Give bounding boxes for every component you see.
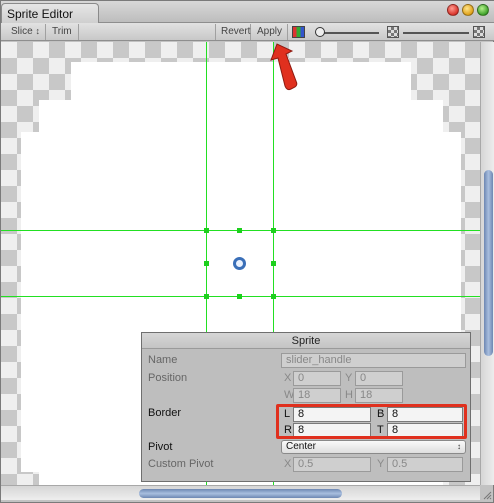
panel-title: Sprite: [142, 333, 470, 349]
rect-handle-top[interactable]: [237, 228, 242, 233]
slice-button[interactable]: Slice ↕: [6, 24, 46, 40]
vertical-scrollbar[interactable]: [480, 42, 494, 485]
tab-sprite-editor[interactable]: Sprite Editor: [1, 3, 99, 23]
apply-button[interactable]: Apply: [252, 24, 288, 40]
custom-pivot-y-field[interactable]: 0.5: [387, 457, 463, 472]
custom-pivot-x-label: X: [284, 458, 292, 470]
pivot-label: Pivot: [148, 441, 173, 453]
annotation-arrow-icon: [270, 43, 298, 91]
slice-label: Slice: [11, 26, 33, 37]
zoom-window-icon[interactable]: [477, 4, 489, 16]
trim-button[interactable]: Trim: [47, 24, 79, 40]
pivot-handle-icon[interactable]: [233, 257, 246, 270]
zoom-slider-knob[interactable]: [315, 27, 325, 37]
rect-handle-bottom-right[interactable]: [271, 294, 276, 299]
mip-level-slider[interactable]: [403, 32, 469, 34]
rect-handle-top-left[interactable]: [204, 228, 209, 233]
tab-bar: Sprite Editor: [1, 1, 494, 23]
sprite-inspector-panel: Sprite Name slider_handle Position X 0 Y…: [141, 332, 471, 482]
position-x-field[interactable]: 0: [293, 371, 341, 386]
pivot-select[interactable]: Center ↕: [281, 440, 466, 454]
rgb-channel-icon[interactable]: [292, 26, 305, 38]
rect-handle-bottom[interactable]: [237, 294, 242, 299]
horizontal-scroll-thumb[interactable]: [139, 489, 342, 498]
rect-handle-left[interactable]: [204, 261, 209, 266]
close-window-icon[interactable]: [447, 4, 459, 16]
select-arrows-icon: ↕: [457, 442, 461, 451]
checker-mip-icon[interactable]: [473, 26, 485, 38]
custom-pivot-x-field[interactable]: 0.5: [293, 457, 371, 472]
position-y-field[interactable]: 0: [355, 371, 403, 386]
custom-pivot-y-label: Y: [377, 458, 385, 470]
h-label: H: [345, 389, 353, 401]
minimize-window-icon[interactable]: [462, 4, 474, 16]
pivot-select-value: Center: [286, 441, 317, 452]
toolbar: Slice ↕ Trim Revert Apply: [1, 23, 494, 41]
rect-handle-bottom-left[interactable]: [204, 294, 209, 299]
x-label: X: [284, 372, 292, 384]
border-highlight-annotation: [276, 404, 467, 439]
position-label: Position: [148, 372, 188, 384]
vertical-scroll-thumb[interactable]: [484, 170, 493, 356]
custom-pivot-label: Custom Pivot: [148, 458, 214, 470]
revert-button[interactable]: Revert: [215, 24, 251, 40]
height-field[interactable]: 18: [355, 388, 403, 403]
name-field[interactable]: slider_handle: [281, 353, 466, 368]
checker-alpha-icon[interactable]: [387, 26, 399, 38]
rect-handle-top-right[interactable]: [271, 228, 276, 233]
name-label: Name: [148, 354, 178, 366]
y-label: Y: [345, 372, 353, 384]
width-field[interactable]: 18: [293, 388, 341, 403]
rect-handle-right[interactable]: [271, 261, 276, 266]
dropdown-arrows-icon: ↕: [35, 26, 40, 36]
horizontal-scrollbar[interactable]: [1, 485, 480, 500]
border-label: Border: [148, 407, 182, 419]
zoom-slider-track[interactable]: [319, 32, 379, 34]
resize-grip-icon[interactable]: [482, 490, 492, 500]
sprite-editor-window: Sprite Editor Slice ↕ Trim Revert Apply: [0, 0, 494, 503]
